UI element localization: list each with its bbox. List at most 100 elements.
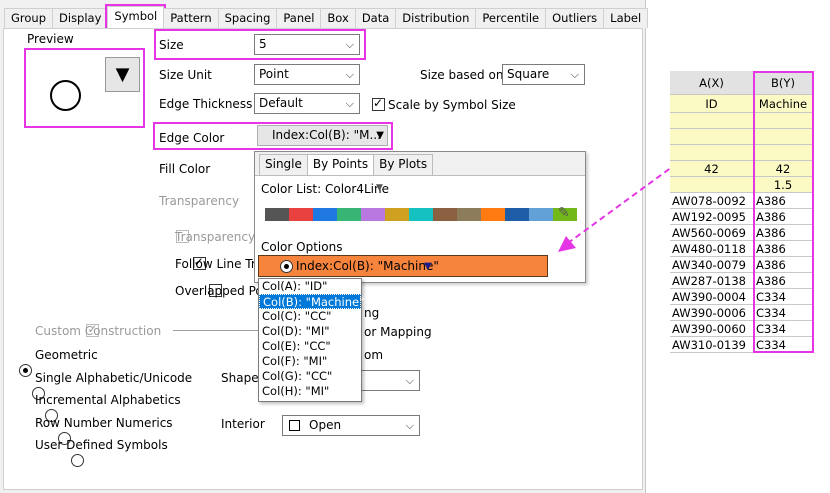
size-value: 5 [259, 37, 267, 51]
color-swatch[interactable] [505, 208, 529, 221]
column-option[interactable]: Col(B): "Machine" [259, 294, 364, 309]
size-label: Size [159, 38, 184, 52]
data-cell[interactable]: AW390-0004 [670, 289, 754, 305]
color-swatch[interactable] [433, 208, 457, 221]
tab-outliers[interactable]: Outliers [545, 8, 605, 28]
preview-label: Preview [27, 32, 74, 46]
column-option[interactable]: Col(H): "MI" [259, 384, 361, 399]
color-swatch[interactable] [409, 208, 433, 221]
symbol-type-radio[interactable] [19, 364, 32, 377]
popup-tab-single[interactable]: Single [259, 154, 308, 175]
tab-pattern[interactable]: Pattern [163, 8, 219, 28]
arrow-head [558, 236, 576, 252]
edge-color-value: Index:Col(B): "M... [272, 128, 381, 142]
column-option[interactable]: Col(E): "CC" [259, 339, 361, 354]
interior-combo[interactable]: Open ⌵ [282, 415, 420, 436]
group-divider [173, 330, 259, 331]
color-swatch[interactable] [337, 208, 361, 221]
edge-thickness-combo[interactable]: Default ⌵ [254, 93, 360, 114]
data-cell[interactable]: AW480-0118 [670, 241, 754, 257]
long-name-cell[interactable]: ID [670, 95, 754, 113]
data-cell[interactable]: AW192-0095 [670, 209, 754, 225]
tab-data[interactable]: Data [354, 8, 397, 28]
data-cell[interactable]: AW287-0138 [670, 273, 754, 289]
edge-color-button[interactable]: Index:Col(B): "M... ▼ [257, 125, 388, 146]
data-cell[interactable]: AW310-0139 [670, 337, 754, 353]
data-cell[interactable]: AW340-0079 [670, 257, 754, 273]
custom-construction-label: Custom Construction [35, 324, 162, 338]
tab-percentile[interactable]: Percentile [475, 8, 547, 28]
open-interior-icon [289, 420, 300, 431]
overlapped-points-label: Overlapped Poi [175, 284, 267, 298]
popup-tab-by-points[interactable]: By Points [306, 154, 375, 175]
transparency-label: Transparency [159, 194, 240, 208]
size-unit-combo[interactable]: Point ⌵ [254, 64, 360, 85]
size-combo[interactable]: 5 ⌵ [254, 34, 360, 55]
column-option[interactable]: Col(D): "MI" [259, 324, 361, 339]
symbol-type-label: Row Number Numerics [35, 415, 173, 430]
column-option[interactable]: Col(A): "ID" [259, 279, 361, 294]
column-option[interactable]: Col(G): "CC" [259, 369, 361, 384]
interior-value: Open [309, 418, 342, 432]
interior-label: Interior [221, 417, 265, 431]
chevron-down-icon: ⌵ [405, 419, 414, 432]
color-swatch[interactable] [481, 208, 505, 221]
header-row-cell[interactable] [670, 113, 754, 129]
tab-label[interactable]: Label [603, 8, 649, 28]
color-option-value: Index:Col(B): "Machine" [296, 259, 439, 273]
hidden-option-text-1: ng [364, 306, 380, 320]
column-option[interactable]: Col(C): "CC" [259, 309, 361, 324]
header-row-cell[interactable] [670, 177, 754, 193]
circle-symbol-preview [50, 80, 81, 111]
symbol-gallery-button[interactable]: ▼ [105, 57, 140, 92]
triangle-down-icon: ▼ [424, 261, 432, 272]
column-option[interactable]: Col(F): "MI" [259, 354, 361, 369]
symbol-type-label: Geometric [35, 348, 98, 362]
column-b-highlight [753, 71, 814, 353]
color-swatch[interactable] [289, 208, 313, 221]
triangle-down-icon: ▼ [376, 130, 384, 141]
scale-by-symbol-size-checkbox[interactable] [372, 96, 385, 111]
color-list-label[interactable]: Color List: Color4Line [261, 182, 389, 196]
tab-symbol[interactable]: Symbol [105, 4, 167, 30]
data-cell[interactable]: AW078-0092 [670, 193, 754, 209]
data-cell[interactable]: AW560-0069 [670, 225, 754, 241]
data-cell[interactable]: AW390-0060 [670, 321, 754, 337]
color-option-radio [280, 260, 293, 273]
chevron-down-icon: ⌵ [345, 97, 354, 110]
color-swatch[interactable] [313, 208, 337, 221]
fill-color-label: Fill Color [159, 162, 211, 176]
tab-display[interactable]: Display [52, 8, 109, 28]
column-header[interactable]: A(X) [670, 71, 754, 95]
triangle-down-icon: ▼ [115, 64, 130, 85]
symbol-type-radio[interactable] [71, 454, 84, 467]
tab-distribution[interactable]: Distribution [395, 8, 477, 28]
shape-label: Shape [221, 371, 259, 385]
tab-box[interactable]: Box [320, 8, 356, 28]
chevron-down-icon: ⌵ [570, 68, 579, 81]
chevron-down-icon: ⌵ [345, 38, 354, 51]
header-row-cell[interactable]: 42 [670, 161, 754, 177]
tab-panel[interactable]: Panel [276, 8, 322, 28]
popup-tab-bar: Single By Points By Plots [259, 154, 434, 175]
tab-group[interactable]: Group [4, 8, 54, 28]
color-swatch[interactable] [361, 208, 385, 221]
preview-box: ▼ [24, 48, 145, 128]
shape-combo[interactable]: ⌵ [360, 370, 420, 391]
header-row-cell[interactable] [670, 129, 754, 145]
color-swatch[interactable] [265, 208, 289, 221]
header-row-cell[interactable] [670, 145, 754, 161]
size-unit-value: Point [259, 67, 289, 81]
popup-tab-by-plots[interactable]: By Plots [373, 154, 434, 175]
symbol-type-label: User Defined Symbols [35, 438, 168, 452]
symbol-type-label: Single Alphabetic/Unicode [35, 370, 193, 385]
color-swatch[interactable] [385, 208, 409, 221]
data-cell[interactable]: AW390-0006 [670, 305, 754, 321]
column-dropdown-list: Col(A): "ID" Col(B): "Machine" Col(C): "CC… [258, 278, 364, 402]
chevron-down-icon: ⌵ [345, 68, 354, 81]
color-swatch[interactable] [457, 208, 481, 221]
tab-spacing[interactable]: Spacing [217, 8, 278, 28]
size-based-on-combo[interactable]: Square ⌵ [502, 64, 585, 85]
color-option-selected[interactable]: Index:Col(B): "Machine" ▼ [258, 255, 548, 277]
follow-line-label: Follow Line Tra [175, 257, 264, 271]
